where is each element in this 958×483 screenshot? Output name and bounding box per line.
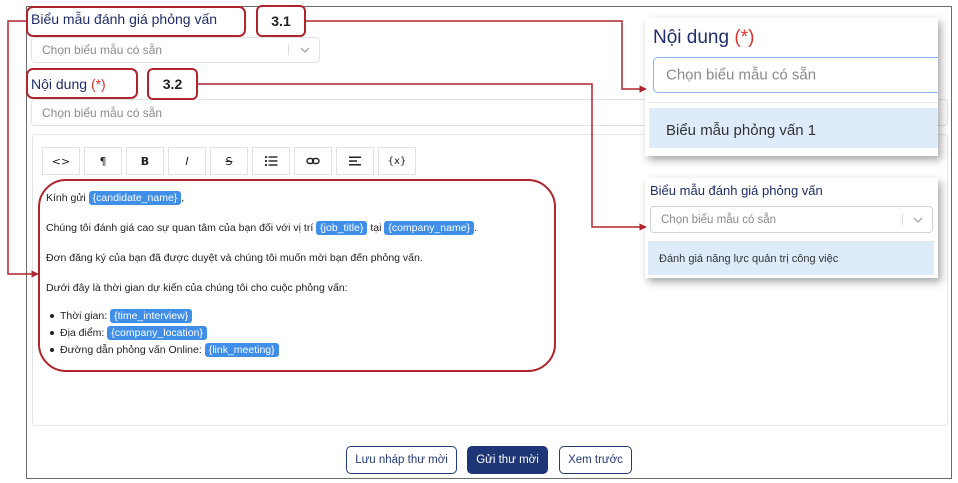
connector-line (198, 83, 647, 231)
connector-line (7, 20, 39, 278)
annotation-connectors (7, 20, 647, 278)
connector-line (306, 20, 647, 93)
